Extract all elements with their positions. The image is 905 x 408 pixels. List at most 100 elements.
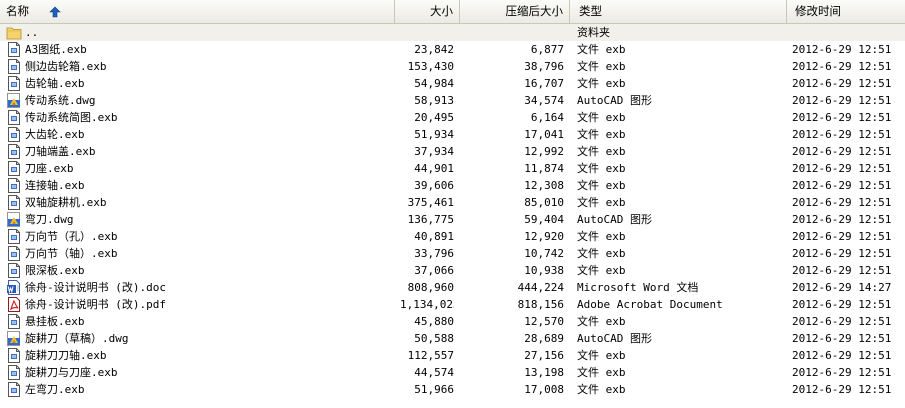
file-type: 资料夹 (577, 26, 610, 39)
file-type: 文件 exb (577, 60, 626, 73)
column-header-type[interactable]: 类型 (570, 0, 787, 23)
file-modified-time: 2012-6-29 12:51 (792, 349, 892, 362)
file-name: 弯刀.dwg (25, 213, 74, 226)
file-name-cell: 双轴旋耕机.exb (6, 194, 396, 211)
file-row[interactable]: 刀轴端盖.exb 37,934 12,992 文件 exb 2012-6-29 12:5… (0, 143, 905, 160)
file-row[interactable]: 悬挂板.exb 45,880 12,570 文件 exb 2012-6-29 12:51 (0, 313, 905, 330)
file-type: 文件 exb (577, 349, 626, 362)
column-header-bar: 名称 大小 压缩后大小 类型 修改时间 (0, 0, 905, 24)
file-type: 文件 exb (577, 230, 626, 243)
file-name: 刀轴端盖.exb (25, 145, 96, 158)
file-type: 文件 exb (577, 162, 626, 175)
file-name-cell: A3图纸.exb (6, 41, 396, 58)
file-modified-time: 2012-6-29 12:51 (792, 315, 892, 328)
file-compressed-size: 12,308 (524, 179, 564, 192)
file-type: Microsoft Word 文档 (577, 281, 699, 294)
file-compressed-size: 12,570 (524, 315, 564, 328)
file-modified-time: 2012-6-29 12:51 (792, 162, 892, 175)
file-name-cell: 侧边齿轮箱.exb (6, 58, 396, 75)
column-header-modified[interactable]: 修改时间 (787, 0, 905, 23)
file-type: 文件 exb (577, 179, 626, 192)
file-compressed-size (480, 24, 564, 41)
file-row[interactable]: 连接轴.exb 39,606 12,308 文件 exb 2012-6-29 12:51 (0, 177, 905, 194)
autocad-file-icon (6, 212, 22, 227)
file-name: .. (25, 26, 39, 39)
file-row[interactable]: 旋耕刀与刀座.exb 44,574 13,198 文件 exb 2012-6-29 12… (0, 364, 905, 381)
file-type: 文件 exb (577, 196, 626, 209)
file-size: 808,960 (407, 281, 454, 294)
file-row[interactable]: 双轴旋耕机.exb 375,461 85,010 文件 exb 2012-6-29 12… (0, 194, 905, 211)
file-size: 58,913 (414, 94, 454, 107)
file-size (400, 24, 454, 41)
file-row[interactable]: 大齿轮.exb 51,934 17,041 文件 exb 2012-6-29 12:51 (0, 126, 905, 143)
file-row[interactable]: 旋耕刀（草稿）.dwg 50,588 28,689 AutoCAD 图形 2012-6-… (0, 330, 905, 347)
file-modified-time: 2012-6-29 12:51 (792, 366, 892, 379)
file-compressed-size: 6,164 (530, 111, 564, 124)
file-name-cell: 旋耕刀刀轴.exb (6, 347, 396, 364)
file-row[interactable]: 徐舟-设计说明书 (改).doc 808,960 444,224 Microsoft … (0, 279, 905, 296)
column-header-name[interactable]: 名称 (0, 0, 395, 23)
generic-file-icon (6, 195, 22, 210)
file-size: 37,066 (414, 264, 454, 277)
file-name: 旋耕刀刀轴.exb (25, 349, 107, 362)
file-type: 文件 exb (577, 128, 626, 141)
generic-file-icon (6, 263, 22, 278)
file-name: 旋耕刀（草稿）.dwg (25, 332, 129, 345)
generic-file-icon (6, 110, 22, 125)
file-name-cell: 齿轮轴.exb (6, 75, 396, 92)
file-name-cell: 大齿轮.exb (6, 126, 396, 143)
file-modified-time: 2012-6-29 12:51 (792, 94, 892, 107)
file-row[interactable]: 齿轮轴.exb 54,984 16,707 文件 exb 2012-6-29 12:51 (0, 75, 905, 92)
sort-ascending-icon (48, 3, 61, 26)
file-name: 双轴旋耕机.exb (25, 196, 107, 209)
file-name-cell: 徐舟-设计说明书 (改).doc (6, 279, 396, 296)
file-size: 44,901 (414, 162, 454, 175)
file-size: 1,134,023 (400, 298, 454, 311)
file-row[interactable]: 旋耕刀刀轴.exb 112,557 27,156 文件 exb 2012-6-29 12… (0, 347, 905, 364)
file-row[interactable]: 传动系统简图.exb 20,495 6,164 文件 exb 2012-6-29 12:… (0, 109, 905, 126)
column-header-type-label: 类型 (579, 4, 602, 18)
file-row[interactable]: 万向节（轴）.exb 33,796 10,742 文件 exb 2012-6-29 12… (0, 245, 905, 262)
file-row[interactable]: 传动系统.dwg 58,913 34,574 AutoCAD 图形 2012-6-29 … (0, 92, 905, 109)
file-size: 54,984 (414, 77, 454, 90)
file-type: 文件 exb (577, 315, 626, 328)
file-name-cell: 刀轴端盖.exb (6, 143, 396, 160)
column-header-compressed[interactable]: 压缩后大小 (460, 0, 570, 23)
generic-file-icon (6, 314, 22, 329)
word-doc-icon (6, 280, 22, 295)
column-header-size[interactable]: 大小 (395, 0, 460, 23)
file-list: .. 资料夹 A3图纸.exb 23,842 6,877 文件 exb 2012-6-29 … (0, 24, 905, 398)
file-name-cell: 徐舟-设计说明书 (改).pdf (6, 296, 396, 313)
file-size: 51,934 (414, 128, 454, 141)
file-name: 齿轮轴.exb (25, 77, 85, 90)
file-compressed-size: 17,041 (524, 128, 564, 141)
generic-file-icon (6, 161, 22, 176)
file-modified-time: 2012-6-29 12:51 (792, 145, 892, 158)
file-name: 旋耕刀与刀座.exb (25, 366, 118, 379)
file-size: 375,461 (407, 196, 454, 209)
file-row[interactable]: 左弯刀.exb 51,966 17,008 文件 exb 2012-6-29 12:51 (0, 381, 905, 398)
file-row[interactable]: 弯刀.dwg 136,775 59,404 AutoCAD 图形 2012-6-29 1… (0, 211, 905, 228)
file-modified-time: 2012-6-29 12:51 (792, 264, 892, 277)
file-modified-time: 2012-6-29 12:51 (792, 111, 892, 124)
parent-folder-row[interactable]: .. 资料夹 (0, 24, 905, 41)
file-modified-time: 2012-6-29 12:51 (792, 230, 892, 243)
file-name: 万向节（孔）.exb (25, 230, 118, 243)
file-name: 悬挂板.exb (25, 315, 85, 328)
file-row[interactable]: 侧边齿轮箱.exb 153,430 38,796 文件 exb 2012-6-29 12… (0, 58, 905, 75)
file-row[interactable]: 刀座.exb 44,901 11,874 文件 exb 2012-6-29 12:51 (0, 160, 905, 177)
file-compressed-size: 818,156 (517, 298, 564, 311)
file-modified-time: 2012-6-29 12:51 (792, 247, 892, 260)
file-type: AutoCAD 图形 (577, 332, 652, 345)
file-compressed-size: 38,796 (524, 60, 564, 73)
file-compressed-size: 27,156 (524, 349, 564, 362)
file-row[interactable]: A3图纸.exb 23,842 6,877 文件 exb 2012-6-29 12:51 (0, 41, 905, 58)
file-row[interactable]: 万向节（孔）.exb 40,891 12,920 文件 exb 2012-6-29 12… (0, 228, 905, 245)
file-compressed-size: 34,574 (524, 94, 564, 107)
file-row[interactable]: 徐舟-设计说明书 (改).pdf 1,134,023 818,156 Adobe Ac… (0, 296, 905, 313)
file-size: 45,880 (414, 315, 454, 328)
file-row[interactable]: 限深板.exb 37,066 10,938 文件 exb 2012-6-29 12:51 (0, 262, 905, 279)
column-header-modified-label: 修改时间 (795, 4, 841, 18)
file-size: 50,588 (414, 332, 454, 345)
file-compressed-size: 10,742 (524, 247, 564, 260)
